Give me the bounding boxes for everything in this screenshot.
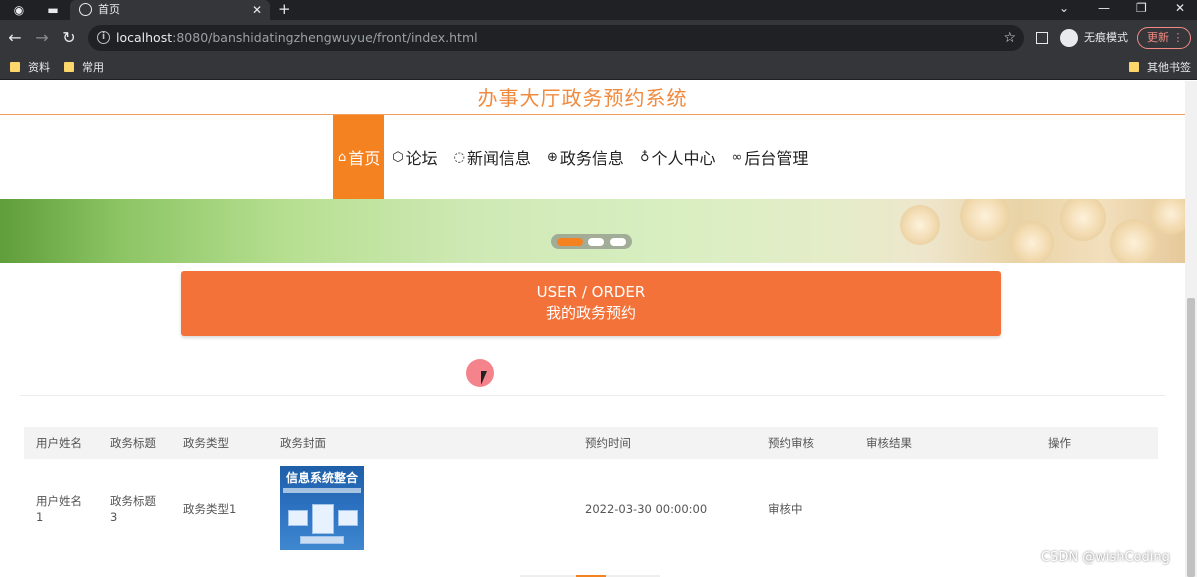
browser-toolbar: ← → ↻ i localhost:8080/banshidatingzheng… [0,20,1197,56]
banner-decoration [1110,219,1158,263]
cover-illustration [338,510,358,526]
tab-title: 首页 [98,3,120,16]
banner-decoration [1010,221,1054,263]
browser-tab-strip: ◉ ▬ 首页 ✕ + ⌄ — ❐ ✕ [0,0,1197,20]
nav-item-gov-info[interactable]: ⊕ 政务信息 [539,115,632,199]
carousel-dot-2[interactable] [588,238,604,246]
th-gov-title: 政务标题 [110,436,156,450]
cell-gov-cover-image[interactable]: 信息系统整合 [280,466,364,550]
carousel-banner[interactable] [0,199,1185,263]
th-review: 预约审核 [768,436,814,450]
site-title: 办事大厅政务预约系统 [477,86,688,110]
site-info-icon[interactable]: i [97,31,110,44]
tab-search-icon[interactable]: ▬ [42,1,64,19]
carousel-indicators [551,234,632,249]
browser-menu-icon[interactable]: ◉ [8,1,30,19]
back-icon[interactable]: ← [5,28,25,48]
restore-icon[interactable]: ❐ [1136,0,1147,16]
nav-item-personal-center[interactable]: ♁ 个人中心 [632,115,724,199]
folder-icon [64,62,74,72]
folder-icon [1129,62,1139,72]
cell-gov-title: 政务标题3 [110,494,156,524]
cover-image-subtitle-bar [283,488,361,493]
minimize-icon[interactable]: — [1098,0,1110,16]
th-user-name: 用户姓名 [36,436,82,450]
nav-item-forum[interactable]: ⬡ 论坛 [384,115,445,199]
reload-icon[interactable]: ↻ [59,28,79,48]
bookmark-folder-changyong[interactable]: 常用 [64,60,104,76]
watermark-text: CSDN @wishCoding [1041,550,1170,565]
th-gov-cover: 政务封面 [280,436,326,450]
scrollbar-thumb[interactable] [1187,298,1195,577]
tab-favicon-icon [79,3,92,16]
orders-table: 用户姓名 政务标题 政务类型 政务封面 预约时间 预约审核 审核结果 操作 用户… [24,427,1158,559]
incognito-icon[interactable] [1060,29,1078,47]
carousel-dot-3[interactable] [610,238,626,246]
section-header-my-orders: USER / ORDER 我的政务预约 [181,271,1001,336]
cube-icon: ⬡ [392,149,404,165]
update-button[interactable]: 更新 ⋮ [1137,27,1191,49]
cover-image-title: 信息系统整合 [285,471,358,485]
th-order-time: 预约时间 [585,436,631,450]
mouse-cursor-icon [481,371,487,385]
cell-review-status: 审核中 [768,502,803,516]
link-icon: ∞ [731,149,743,165]
banner-decoration [900,205,940,245]
side-panel-icon[interactable] [1036,32,1048,44]
bookmark-folder-other[interactable]: 其他书签 [1129,60,1191,76]
section-divider [20,395,1165,396]
bookmarks-bar: 资料 常用 其他书签 [0,56,1197,80]
forward-icon[interactable]: → [32,28,52,48]
close-window-icon[interactable]: ✕ [1175,0,1185,16]
address-bar[interactable]: i localhost:8080/banshidatingzhengwuyue/… [88,25,1024,51]
home-icon: ⌂ [338,149,347,165]
cover-illustration [288,510,308,526]
banner-decoration [1060,199,1106,241]
folder-icon [10,62,20,72]
cell-user-name: 用户姓名1 [36,494,82,524]
incognito-label[interactable]: 无痕模式 [1084,31,1128,45]
url-text[interactable]: localhost:8080/banshidatingzhengwuyue/fr… [116,30,478,46]
cell-order-time: 2022-03-30 00:00:00 [585,502,708,516]
browser-tab[interactable]: 首页 ✕ [70,0,270,20]
banner-decoration [1150,199,1185,235]
th-gov-type: 政务类型 [183,436,229,450]
tab-list-chevron-icon[interactable]: ⌄ [1059,0,1069,16]
user-icon: ♁ [639,149,650,165]
nav-item-news[interactable]: ◌ 新闻信息 [446,115,539,199]
globe-icon: ⊕ [547,149,558,165]
table-header: 用户姓名 政务标题 政务类型 政务封面 预约时间 预约审核 审核结果 操作 [24,427,1158,459]
new-tab-button[interactable]: + [278,0,291,18]
cover-illustration [312,504,334,534]
section-title-en: USER / ORDER [536,283,646,301]
carousel-dot-1[interactable] [557,238,583,246]
table-row[interactable]: 用户姓名1 政务标题3 政务类型1 信息系统整合 2022-03-30 00:0… [24,459,1158,559]
cursor-highlight [466,359,494,387]
bookmark-star-icon[interactable]: ☆ [1003,28,1016,48]
banner-decoration [960,199,1010,241]
nav-item-admin[interactable]: ∞ 后台管理 [723,115,816,199]
bookmark-folder-ziliao[interactable]: 资料 [10,60,50,76]
th-review-result: 审核结果 [866,436,912,450]
cover-illustration [300,536,344,544]
th-actions: 操作 [1048,436,1071,450]
cell-gov-type: 政务类型1 [183,502,237,516]
nav-item-home[interactable]: ⌂ 首页 [333,115,385,199]
tab-close-icon[interactable]: ✕ [252,1,262,19]
section-title-cn: 我的政务预约 [545,304,636,322]
main-nav: ⌂ 首页 ⬡ 论坛 ◌ 新闻信息 ⊕ 政务信息 ♁ 个人中心 ∞ 后台管理 [333,115,816,199]
page-content: 办事大厅政务预约系统 ⌂ 首页 ⬡ 论坛 ◌ 新闻信息 ⊕ 政务信息 ♁ 个人中心 ∞ 后台… [0,81,1197,577]
chat-icon: ◌ [453,149,465,165]
